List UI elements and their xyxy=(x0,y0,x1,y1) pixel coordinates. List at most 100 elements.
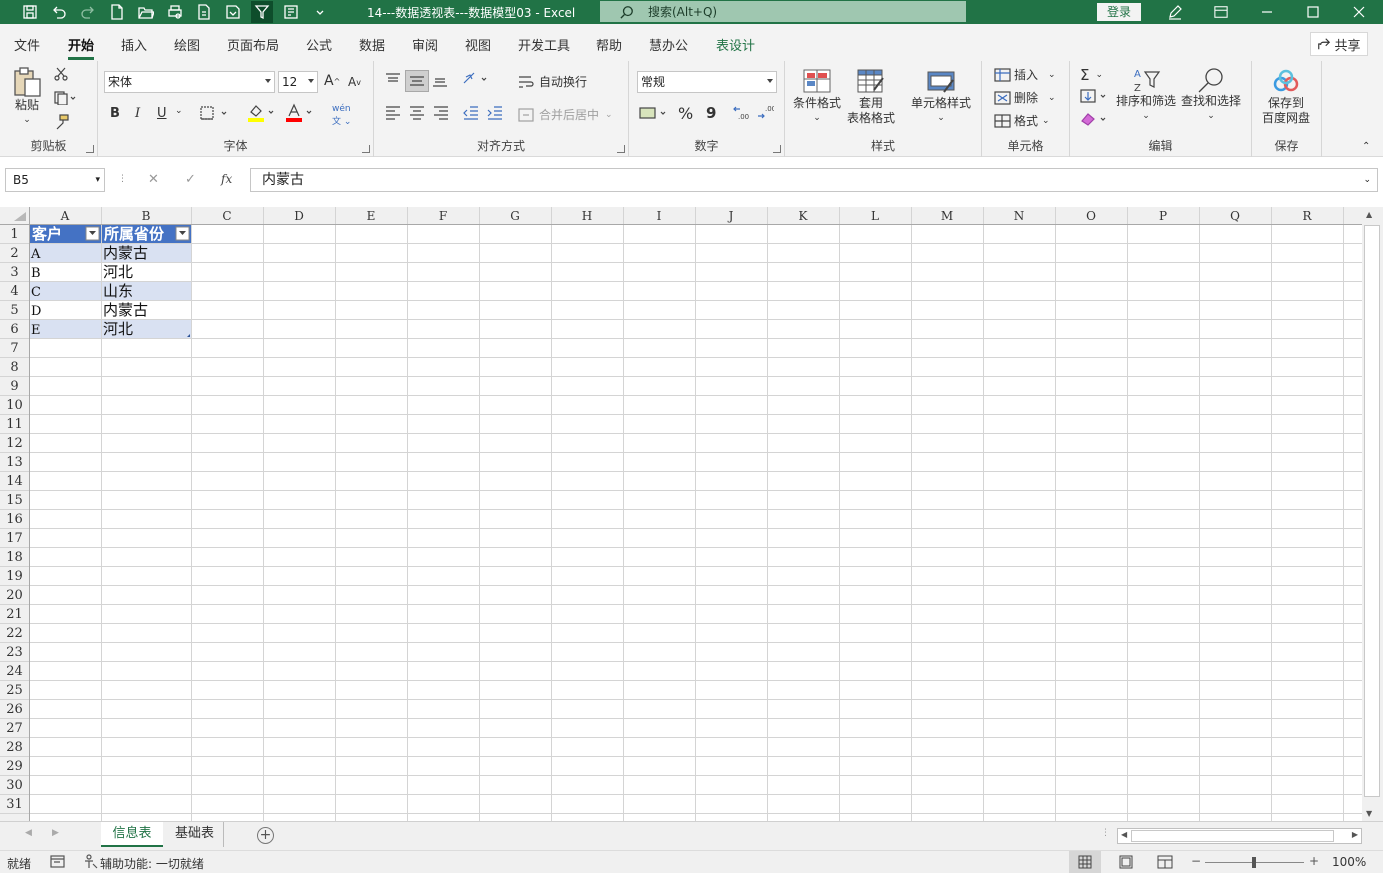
login-button[interactable]: 登录 xyxy=(1097,3,1141,21)
wrap-text-button[interactable]: 自动换行 xyxy=(518,73,587,90)
row-header[interactable]: 17 xyxy=(6,531,23,546)
align-top-icon[interactable] xyxy=(385,73,401,87)
alignment-launcher-icon[interactable] xyxy=(617,145,625,153)
scroll-down-icon[interactable]: ▼ xyxy=(1366,809,1372,818)
row-header[interactable]: 26 xyxy=(6,702,23,717)
zoom-slider-thumb[interactable] xyxy=(1252,857,1256,868)
tab-huibangong[interactable]: 慧办公 xyxy=(649,35,688,54)
column-header[interactable]: N xyxy=(1014,209,1025,223)
row-header[interactable]: 20 xyxy=(6,588,23,603)
column-header[interactable]: J xyxy=(727,209,734,223)
table-cell[interactable]: C xyxy=(31,285,41,300)
table-header-cell[interactable]: 客户 xyxy=(31,225,62,243)
column-header[interactable]: M xyxy=(941,209,953,223)
row-header[interactable]: 21 xyxy=(6,607,23,622)
row-header[interactable]: 14 xyxy=(6,474,23,489)
column-header[interactable]: H xyxy=(582,209,592,223)
row-header[interactable]: 22 xyxy=(6,626,23,641)
tab-split-icon[interactable]: ⋮ xyxy=(1101,828,1110,838)
column-header[interactable]: C xyxy=(222,209,231,223)
align-left-icon[interactable] xyxy=(385,106,401,120)
tab-review[interactable]: 审阅 xyxy=(412,35,438,54)
column-header[interactable]: A xyxy=(60,209,70,223)
column-header[interactable]: R xyxy=(1302,209,1312,223)
table-cell[interactable]: 内蒙古 xyxy=(103,244,148,262)
font-name-select[interactable]: 宋体 xyxy=(104,71,275,93)
undo-icon[interactable] xyxy=(48,1,70,23)
add-sheet-icon[interactable]: + xyxy=(257,827,274,844)
column-header[interactable]: G xyxy=(510,209,520,223)
format-painter-icon[interactable] xyxy=(54,114,70,130)
row-header[interactable]: 30 xyxy=(6,778,23,793)
next-sheet-icon[interactable]: ▶ xyxy=(52,828,59,838)
page-break-view-icon[interactable] xyxy=(1157,855,1173,869)
form-icon[interactable] xyxy=(280,1,302,23)
table-cell[interactable]: 河北 xyxy=(103,263,133,281)
row-header[interactable]: 10 xyxy=(6,398,23,413)
cell-styles-button[interactable]: 单元格样式 ⌄ xyxy=(911,68,971,126)
redo-icon[interactable] xyxy=(77,1,99,23)
sort-filter-button[interactable]: AZ 排序和筛选 ⌄ xyxy=(1116,66,1176,124)
zoom-level[interactable]: 100% xyxy=(1332,855,1366,869)
row-header[interactable]: 5 xyxy=(10,303,18,318)
new-file-icon[interactable] xyxy=(106,1,128,23)
tab-help[interactable]: 帮助 xyxy=(596,35,622,54)
row-header[interactable]: 19 xyxy=(6,569,23,584)
align-bottom-icon[interactable] xyxy=(432,73,448,87)
row-header[interactable]: 11 xyxy=(6,417,23,432)
column-header[interactable]: P xyxy=(1159,209,1167,223)
cancel-entry-icon[interactable]: ✕ xyxy=(148,172,159,187)
copy-icon[interactable] xyxy=(54,91,76,105)
tab-draw[interactable]: 绘图 xyxy=(174,35,200,54)
table-header-cell[interactable]: 所属省份 xyxy=(104,225,165,243)
vertical-scroll-thumb[interactable] xyxy=(1364,225,1380,797)
insert-cells-button[interactable]: 插入 ⌄ xyxy=(994,66,1056,83)
align-middle-icon[interactable] xyxy=(405,70,429,92)
open-file-icon[interactable] xyxy=(135,1,157,23)
column-header[interactable]: Q xyxy=(1230,209,1240,223)
tab-view[interactable]: 视图 xyxy=(465,35,491,54)
format-cells-button[interactable]: 格式 ⌄ xyxy=(994,112,1050,129)
vertical-scrollbar[interactable]: ▲ ▼ xyxy=(1362,207,1383,821)
zoom-in-button[interactable]: + xyxy=(1309,854,1319,868)
sheet-tab-base[interactable]: 基础表 xyxy=(166,822,224,847)
column-header[interactable]: O xyxy=(1086,209,1096,223)
collapse-ribbon-icon[interactable]: ⌃ xyxy=(1362,141,1370,152)
percent-button[interactable]: % xyxy=(678,104,693,123)
font-size-select[interactable]: 12 xyxy=(278,71,318,93)
maximize-icon[interactable] xyxy=(1290,0,1336,24)
tab-data[interactable]: 数据 xyxy=(359,35,385,54)
cut-icon[interactable] xyxy=(54,67,68,81)
insert-function-button[interactable]: fx xyxy=(221,172,232,186)
delete-cells-button[interactable]: 删除 ⌄ xyxy=(994,89,1056,106)
horizontal-scroll-thumb[interactable] xyxy=(1131,830,1334,842)
format-as-table-button[interactable]: 套用 表格格式 xyxy=(847,68,895,126)
row-header[interactable]: 3 xyxy=(10,265,18,280)
formula-input[interactable]: 内蒙古 ⌄ xyxy=(250,168,1378,192)
row-header[interactable]: 31 xyxy=(6,797,23,812)
tab-page-layout[interactable]: 页面布局 xyxy=(227,35,279,54)
status-accessibility[interactable]: 辅助功能: 一切就绪 xyxy=(100,855,204,872)
ribbon-display-icon[interactable] xyxy=(1198,0,1244,24)
row-header[interactable]: 13 xyxy=(6,455,23,470)
currency-icon[interactable] xyxy=(639,106,669,120)
merge-center-button[interactable]: 合并后居中 ⌄ xyxy=(518,106,613,123)
clipboard-launcher-icon[interactable] xyxy=(86,145,94,153)
find-select-button[interactable]: 查找和选择 ⌄ xyxy=(1181,66,1241,124)
clear-icon[interactable] xyxy=(1080,112,1110,126)
conditional-format-button[interactable]: 条件格式 ⌄ xyxy=(793,68,841,126)
increase-indent-icon[interactable] xyxy=(487,106,503,120)
accessibility-icon[interactable] xyxy=(83,854,99,870)
page-layout-view-icon[interactable] xyxy=(1119,855,1133,869)
underline-dropdown-icon[interactable]: ⌄ xyxy=(175,106,183,116)
row-header[interactable]: 7 xyxy=(10,341,18,356)
name-box[interactable]: B5 ▾ xyxy=(5,168,105,192)
row-header[interactable]: 8 xyxy=(10,360,18,375)
comma-button[interactable]: 9 xyxy=(706,104,716,122)
row-header[interactable]: 16 xyxy=(6,512,23,527)
print-icon[interactable] xyxy=(193,1,215,23)
row-header[interactable]: 12 xyxy=(6,436,23,451)
scroll-right-icon[interactable]: ▶ xyxy=(1352,830,1358,839)
worksheet-grid[interactable]: A B C D E F G H I J K L M N O P Q R 1 2 3 4 5 6 7 8 9 10 11 12 13 14 15 1… xyxy=(0,207,1362,821)
pen-icon[interactable] xyxy=(1152,0,1198,24)
